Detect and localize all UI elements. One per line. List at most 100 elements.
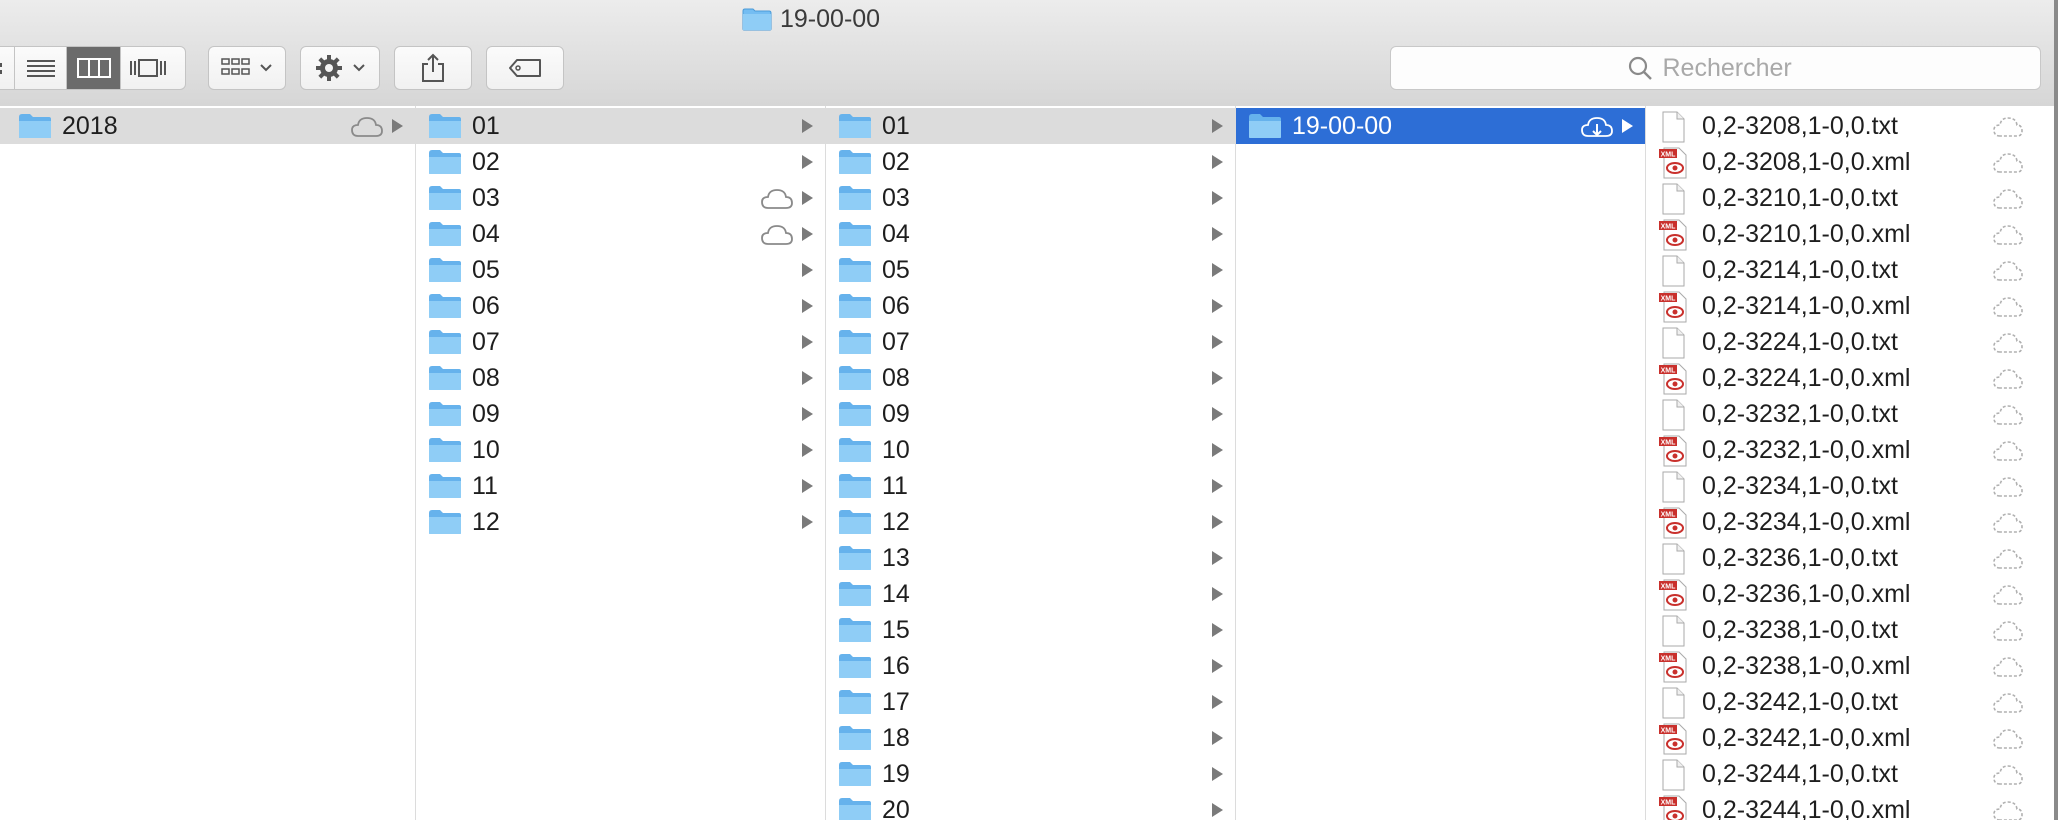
file-row[interactable]: XML 0,2-3210,1-0,0.xml: [1646, 216, 2054, 252]
folder-row[interactable]: 2018: [0, 108, 415, 144]
text-file-icon: [1662, 471, 1685, 503]
text-file-icon: [1662, 759, 1685, 791]
folder-row[interactable]: 18: [826, 720, 1235, 756]
folder-row[interactable]: 16: [826, 648, 1235, 684]
folder-row[interactable]: 06: [416, 288, 825, 324]
folder-icon: [429, 222, 461, 246]
group-by-button[interactable]: [208, 46, 286, 90]
list-view-button[interactable]: [15, 47, 67, 89]
tags-button[interactable]: [486, 46, 564, 90]
folder-name: 14: [882, 580, 910, 608]
file-row[interactable]: 0,2-3242,1-0,0.txt: [1646, 684, 2054, 720]
gallery-view-button[interactable]: [121, 47, 175, 89]
folder-row[interactable]: 02: [416, 144, 825, 180]
disclosure-arrow-icon: [802, 263, 813, 277]
folder-row[interactable]: 04: [826, 216, 1235, 252]
file-row[interactable]: XML 0,2-3242,1-0,0.xml: [1646, 720, 2054, 756]
column-view-button[interactable]: [67, 47, 121, 89]
file-row[interactable]: 0,2-3238,1-0,0.txt: [1646, 612, 2054, 648]
folder-name: 10: [882, 436, 910, 464]
file-row[interactable]: 0,2-3244,1-0,0.txt: [1646, 756, 2054, 792]
file-row[interactable]: XML 0,2-3244,1-0,0.xml: [1646, 792, 2054, 820]
xml-file-icon: XML: [1659, 219, 1687, 251]
cloud-dashed-icon: [1993, 405, 2023, 425]
folder-name: 17: [882, 688, 910, 716]
folder-row[interactable]: 15: [826, 612, 1235, 648]
cloud-dashed-icon: [1993, 729, 2023, 749]
text-file-icon: [1662, 327, 1685, 359]
folder-row[interactable]: 17: [826, 684, 1235, 720]
folder-row[interactable]: 05: [416, 252, 825, 288]
file-name: 0,2-3208,1-0,0.txt: [1702, 112, 1898, 140]
cloud-icon: [351, 117, 383, 137]
file-row[interactable]: 0,2-3234,1-0,0.txt: [1646, 468, 2054, 504]
cloud-dashed-icon: [1993, 657, 2023, 677]
folder-name: 02: [882, 148, 910, 176]
folder-row[interactable]: 10: [416, 432, 825, 468]
folder-row[interactable]: 12: [826, 504, 1235, 540]
xml-file-icon: XML: [1659, 147, 1687, 179]
file-name: 0,2-3214,1-0,0.txt: [1702, 256, 1898, 284]
file-row[interactable]: 0,2-3210,1-0,0.txt: [1646, 180, 2054, 216]
file-row[interactable]: 0,2-3208,1-0,0.txt: [1646, 108, 2054, 144]
action-menu-button[interactable]: [300, 46, 380, 90]
file-row[interactable]: XML 0,2-3236,1-0,0.xml: [1646, 576, 2054, 612]
file-row[interactable]: 0,2-3236,1-0,0.txt: [1646, 540, 2054, 576]
folder-row[interactable]: 12: [416, 504, 825, 540]
folder-row[interactable]: 01: [826, 108, 1235, 144]
folder-row[interactable]: 02: [826, 144, 1235, 180]
folder-row[interactable]: 11: [416, 468, 825, 504]
folder-row[interactable]: 08: [416, 360, 825, 396]
folder-name: 05: [882, 256, 910, 284]
file-row[interactable]: XML 0,2-3234,1-0,0.xml: [1646, 504, 2054, 540]
file-row[interactable]: XML 0,2-3224,1-0,0.xml: [1646, 360, 2054, 396]
folder-row[interactable]: 10: [826, 432, 1235, 468]
search-input[interactable]: [1660, 52, 1805, 84]
folder-row[interactable]: 06: [826, 288, 1235, 324]
folder-icon: [839, 474, 871, 498]
folder-row[interactable]: 07: [826, 324, 1235, 360]
folder-name: 13: [882, 544, 910, 572]
share-button[interactable]: [394, 46, 472, 90]
folder-icon: [839, 366, 871, 390]
file-row[interactable]: XML 0,2-3232,1-0,0.xml: [1646, 432, 2054, 468]
folder-row[interactable]: 14: [826, 576, 1235, 612]
folder-row[interactable]: 04: [416, 216, 825, 252]
search-field[interactable]: [1390, 46, 2041, 90]
folder-row[interactable]: 20: [826, 792, 1235, 820]
file-row[interactable]: XML 0,2-3208,1-0,0.xml: [1646, 144, 2054, 180]
folder-row[interactable]: 03: [416, 180, 825, 216]
folder-name: 18: [882, 724, 910, 752]
folder-row[interactable]: 13: [826, 540, 1235, 576]
file-name: 0,2-3210,1-0,0.xml: [1702, 220, 1911, 248]
file-row[interactable]: XML 0,2-3238,1-0,0.xml: [1646, 648, 2054, 684]
file-row[interactable]: 0,2-3224,1-0,0.txt: [1646, 324, 2054, 360]
file-row[interactable]: XML 0,2-3214,1-0,0.xml: [1646, 288, 2054, 324]
folder-row[interactable]: 09: [826, 396, 1235, 432]
folder-icon: [839, 618, 871, 642]
disclosure-arrow-icon: [1212, 587, 1223, 601]
folder-row[interactable]: 09: [416, 396, 825, 432]
folder-row[interactable]: 01: [416, 108, 825, 144]
cloud-dashed-icon: [1993, 225, 2023, 245]
folder-row[interactable]: 05: [826, 252, 1235, 288]
chevron-down-icon: [260, 64, 272, 72]
folder-row[interactable]: 08: [826, 360, 1235, 396]
folder-name: 04: [472, 220, 500, 248]
file-row[interactable]: 0,2-3214,1-0,0.txt: [1646, 252, 2054, 288]
disclosure-arrow-icon: [1212, 119, 1223, 133]
column-month: 01 02 03 04 05 06 07 08 09 10 11 12: [416, 106, 826, 820]
file-row[interactable]: 0,2-3232,1-0,0.txt: [1646, 396, 2054, 432]
cloud-download-icon[interactable]: [1580, 116, 1614, 138]
icon-view-button[interactable]: [0, 47, 15, 89]
folder-icon: [429, 150, 461, 174]
folder-name: 06: [882, 292, 910, 320]
search-icon: [1628, 56, 1652, 80]
folder-row[interactable]: 11: [826, 468, 1235, 504]
folder-row[interactable]: 07: [416, 324, 825, 360]
folder-row[interactable]: 03: [826, 180, 1235, 216]
folder-icon: [429, 510, 461, 534]
folder-row[interactable]: 19: [826, 756, 1235, 792]
cloud-dashed-icon: [1993, 441, 2023, 461]
folder-row[interactable]: 19-00-00: [1236, 108, 1645, 144]
